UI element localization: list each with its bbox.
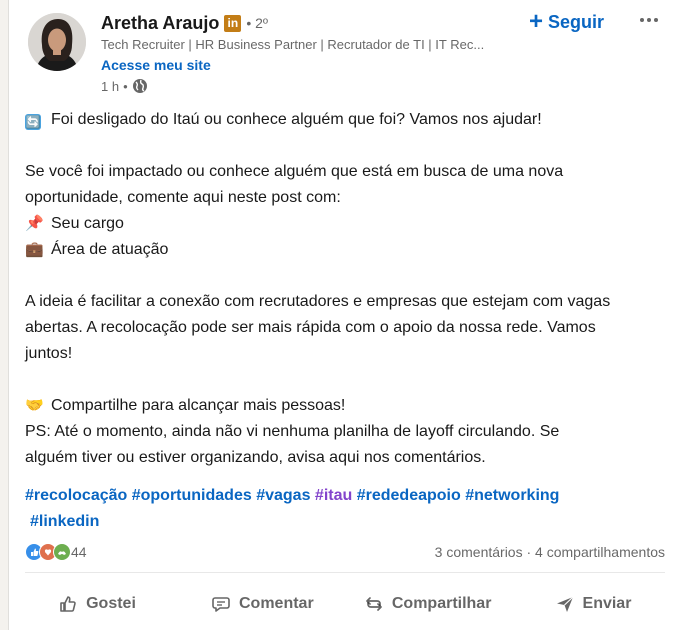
- emoji-icon: 📌: [25, 215, 44, 232]
- post-text-content: Se você foi impactado ou conhece alguém …: [25, 163, 564, 180]
- post-text-content: alguém tiver ou estiver organizando, avi…: [25, 449, 486, 466]
- post-text-line: oportunidade, comente aqui neste post co…: [25, 185, 665, 211]
- send-button[interactable]: Enviar: [513, 582, 673, 626]
- thumbs-up-icon: [60, 596, 76, 612]
- post-text-content: Área de atuação: [51, 241, 169, 258]
- globe-icon: [132, 79, 147, 93]
- post-text-line: 📌 Seu cargo: [25, 211, 665, 237]
- post-actions: Gostei Comentar Compartilhar Enviar: [17, 582, 673, 626]
- hashtag-link[interactable]: #linkedin: [30, 513, 99, 530]
- author-name[interactable]: Aretha Araujo: [101, 13, 219, 34]
- post-text-content: abertas. A recolocação pode ser mais ráp…: [25, 319, 596, 336]
- hashtags: #recolocação #oportunidades #vagas #itau…: [25, 483, 625, 535]
- post-text-content: Seu cargo: [51, 215, 124, 232]
- follow-button[interactable]: + Seguir: [529, 8, 604, 36]
- reaction-count: 44: [71, 544, 87, 560]
- post-text-line: juntos!: [25, 341, 665, 367]
- hashtag-link[interactable]: #oportunidades: [132, 487, 252, 504]
- post-text-line: [25, 263, 665, 289]
- post-text-line: 💼 Área de atuação: [25, 237, 665, 263]
- hashtag-link[interactable]: #itau: [315, 487, 352, 504]
- avatar-photo: [28, 13, 86, 71]
- emoji-icon: 🤝: [25, 397, 44, 414]
- post-text-line: 🔄 Foi desligado do Itaú ou conhece alguém…: [25, 107, 665, 133]
- post-text-line: [25, 367, 665, 393]
- follow-label: Seguir: [548, 11, 605, 32]
- author-avatar[interactable]: [28, 13, 86, 71]
- counts-separator: ·: [522, 544, 536, 560]
- reactions-summary[interactable]: 44: [25, 543, 87, 561]
- post-text-content: A ideia é facilitar a conexão com recrut…: [25, 293, 611, 310]
- post-text-line: Se você foi impactado ou conhece alguém …: [25, 159, 665, 185]
- hashtag-link[interactable]: #networking: [465, 487, 559, 504]
- post-text-line: PS: Até o momento, ainda não vi nenhuma …: [25, 419, 665, 445]
- post-text-content: Compartilhe para alcançar mais pessoas!: [51, 397, 346, 414]
- comment-label: Comentar: [238, 595, 314, 612]
- repost-button[interactable]: Compartilhar: [348, 582, 508, 626]
- post-text-line: abertas. A recolocação pode ser mais ráp…: [25, 315, 665, 341]
- post-meta: 1 h •: [101, 78, 148, 94]
- post-text: 🔄 Foi desligado do Itaú ou conhece alguém…: [25, 107, 665, 471]
- like-label: Gostei: [86, 595, 136, 612]
- comment-button[interactable]: Comentar: [182, 582, 342, 626]
- emoji-icon: 🔄: [25, 114, 41, 130]
- post-text-content: Foi desligado do Itaú ou conhece alguém …: [51, 111, 542, 128]
- plus-icon: +: [529, 8, 544, 35]
- support-reaction-icon: [53, 543, 71, 561]
- hashtag-link[interactable]: #recolocação: [25, 487, 127, 504]
- comments-count[interactable]: 3 comentários: [435, 544, 523, 560]
- visit-site-link[interactable]: Acesse meu site: [101, 57, 211, 73]
- like-button[interactable]: Gostei: [17, 582, 177, 626]
- connection-degree: • 2º: [246, 15, 269, 31]
- post-time: 1 h: [101, 78, 120, 94]
- hashtag-link[interactable]: #rededeapoio: [357, 487, 461, 504]
- comment-icon: [212, 597, 230, 612]
- emoji-icon: 💼: [25, 241, 44, 258]
- more-options-icon[interactable]: [634, 12, 664, 28]
- author-headline: Tech Recruiter | HR Business Partner | R…: [101, 37, 485, 52]
- divider: [25, 572, 665, 573]
- repost-icon: [366, 597, 382, 611]
- send-icon: [556, 596, 573, 612]
- linkedin-premium-icon: in: [224, 14, 242, 32]
- repost-label: Compartilhar: [391, 595, 492, 612]
- engagement-counts: 3 comentários · 4 compartilhamentos: [435, 544, 665, 560]
- social-counts: 44 3 comentários · 4 compartilhamentos: [25, 540, 665, 564]
- author-name-row: Aretha Araujo in • 2º: [101, 12, 268, 34]
- hashtag-link[interactable]: #vagas: [256, 487, 310, 504]
- post-text-line: [25, 133, 665, 159]
- post-card: Aretha Araujo in • 2º Tech Recruiter | H…: [8, 0, 679, 630]
- post-text-content: PS: Até o momento, ainda não vi nenhuma …: [25, 423, 560, 440]
- post-text-content: juntos!: [25, 345, 73, 362]
- post-text-line: 🤝 Compartilhe para alcançar mais pessoas!: [25, 393, 665, 419]
- reaction-icons: [25, 543, 71, 561]
- post-text-content: oportunidade, comente aqui neste post co…: [25, 189, 341, 206]
- shares-count[interactable]: 4 compartilhamentos: [535, 544, 665, 560]
- post-text-line: A ideia é facilitar a conexão com recrut…: [25, 289, 665, 315]
- send-label: Enviar: [582, 595, 632, 612]
- post-text-line: alguém tiver ou estiver organizando, avi…: [25, 445, 665, 471]
- meta-separator: •: [123, 78, 128, 94]
